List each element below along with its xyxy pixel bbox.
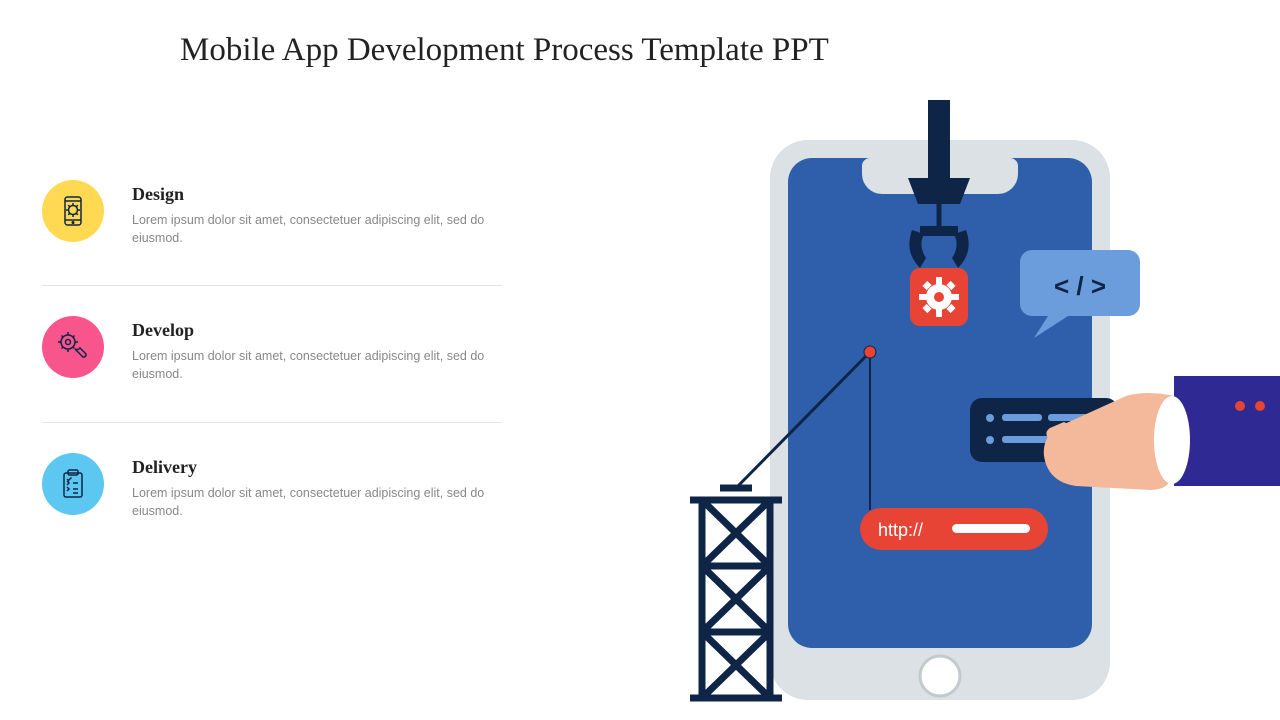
process-item-delivery: Delivery Lorem ipsum dolor sit amet, con… bbox=[42, 423, 502, 558]
crane-tower-icon bbox=[690, 488, 782, 698]
wrench-gear-icon bbox=[42, 316, 104, 378]
mobile-gear-icon bbox=[42, 180, 104, 242]
item-desc: Lorem ipsum dolor sit amet, consectetuer… bbox=[132, 211, 502, 247]
process-item-develop: Develop Lorem ipsum dolor sit amet, cons… bbox=[42, 286, 502, 421]
process-items: Design Lorem ipsum dolor sit amet, conse… bbox=[42, 150, 502, 558]
url-label: http:// bbox=[878, 520, 923, 540]
item-desc: Lorem ipsum dolor sit amet, consectetuer… bbox=[132, 484, 502, 520]
item-title: Develop bbox=[132, 320, 502, 341]
item-title: Delivery bbox=[132, 457, 502, 478]
page-title: Mobile App Development Process Template … bbox=[180, 32, 829, 69]
item-desc: Lorem ipsum dolor sit amet, consectetuer… bbox=[132, 347, 502, 383]
item-title: Design bbox=[132, 184, 502, 205]
phone-construction-illustration: < / > http:// bbox=[640, 100, 1280, 710]
code-label: < / > bbox=[1054, 271, 1106, 301]
process-item-design: Design Lorem ipsum dolor sit amet, conse… bbox=[42, 150, 502, 285]
clipboard-check-icon bbox=[42, 453, 104, 515]
